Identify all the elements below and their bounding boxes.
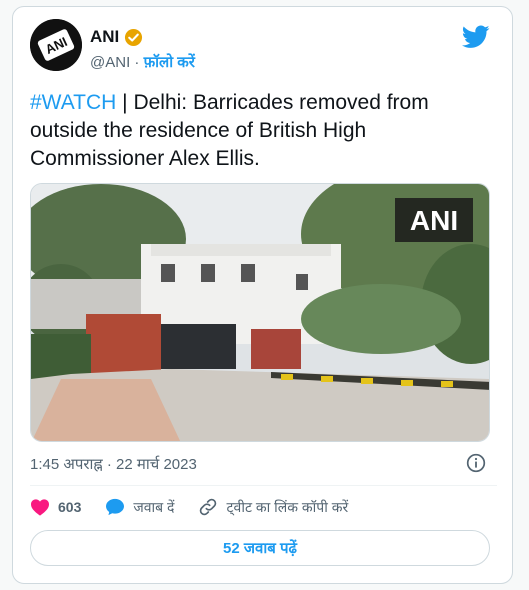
tweet-card[interactable]: ANI ANI @ANI · फ़ॉलो करें #WATCH | Delhi… xyxy=(12,6,513,584)
author-handle-row: @ANI · फ़ॉलो करें xyxy=(90,52,195,72)
video-watermark: ANI xyxy=(410,205,458,236)
tweet-actions: 603 जवाब दें ट्वीट का लिंक कॉपी करें xyxy=(30,497,372,517)
reply-bubble-icon xyxy=(106,498,125,516)
info-icon[interactable] xyxy=(466,453,486,473)
meta-separator: · xyxy=(102,456,117,473)
hashtag-link[interactable]: #WATCH xyxy=(30,91,116,114)
verified-badge-icon xyxy=(125,28,143,46)
tweet-text: #WATCH | Delhi: Barricades removed from … xyxy=(30,89,500,173)
tweet-video[interactable]: ANI xyxy=(30,183,490,442)
tweet-date[interactable]: 22 मार्च 2023 xyxy=(116,456,197,473)
read-replies-button[interactable]: 52 जवाब पढ़ें xyxy=(30,530,490,566)
heart-icon xyxy=(31,499,49,516)
author-name-row[interactable]: ANI xyxy=(90,27,143,47)
link-icon xyxy=(200,498,217,516)
tweet-time[interactable]: 1:45 अपराह्न xyxy=(30,456,103,473)
author-handle[interactable]: @ANI xyxy=(90,54,130,71)
handle-separator: · xyxy=(130,54,144,71)
twitter-logo-icon[interactable] xyxy=(462,25,490,49)
tweet-timestamp[interactable]: 1:45 अपराह्न · 22 मार्च 2023 xyxy=(30,454,197,474)
follow-link[interactable]: फ़ॉलो करें xyxy=(144,54,195,71)
reply-label: जवाब दें xyxy=(133,498,175,515)
avatar[interactable]: ANI xyxy=(30,19,82,71)
like-count: 603 xyxy=(58,499,82,515)
author-name[interactable]: ANI xyxy=(90,27,119,47)
copy-link-button[interactable]: ट्वीट का लिंक कॉपी करें xyxy=(198,497,348,517)
divider xyxy=(30,485,497,486)
video-frame: ANI xyxy=(31,184,489,441)
copy-link-label: ट्वीट का लिंक कॉपी करें xyxy=(226,498,349,515)
reply-button[interactable]: जवाब दें xyxy=(105,498,174,517)
like-button[interactable]: 603 xyxy=(30,498,81,516)
